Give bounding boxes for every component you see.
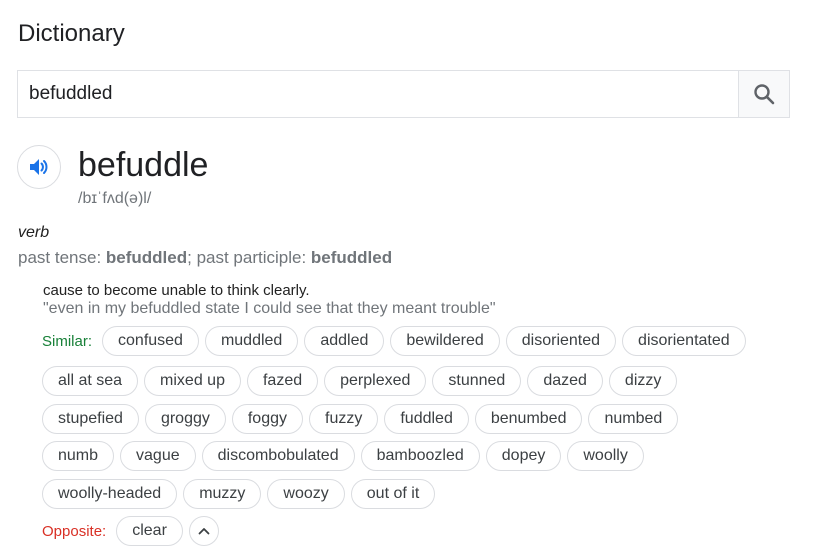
synonym-chip[interactable]: groggy [144,404,226,434]
synonym-chip[interactable]: all at sea [42,366,139,396]
synonym-chip[interactable]: perplexed [324,366,427,396]
synonym-chip[interactable]: woolly [567,441,644,471]
search-button[interactable] [738,71,789,117]
synonym-chip[interactable]: dopey [485,441,562,471]
forms-separator: ; [187,248,197,267]
similar-row: woolly-headed muzzy woozy out of it [42,479,436,509]
synonym-chip[interactable]: disoriented [505,326,617,356]
synonym-chip[interactable]: fuzzy [309,404,379,434]
synonym-chip[interactable]: woolly-headed [42,479,178,509]
search-icon [754,84,775,105]
phonetic-spelling: /bɪˈfʌd(ə)l/ [78,190,152,207]
similar-row: stupefied groggy foggy fuzzy fuddled ben… [42,404,679,434]
similar-row: Similar: confused muddled addled bewilde… [42,326,746,356]
chevron-up-icon [198,528,210,535]
synonym-chip[interactable]: bamboozled [360,441,480,471]
similar-row: numb vague discombobulated bamboozled do… [42,441,644,471]
part-of-speech: verb [18,224,50,241]
verb-forms: past tense: befuddled; past participle: … [18,248,392,268]
synonym-chip[interactable]: numbed [588,404,679,434]
synonym-chip[interactable]: stunned [432,366,522,396]
synonym-chip[interactable]: benumbed [474,404,583,434]
synonym-chip[interactable]: vague [120,441,196,471]
synonym-chip[interactable]: muddled [204,326,299,356]
opposite-label: Opposite: [42,522,107,540]
antonym-chip[interactable]: clear [116,516,183,546]
headword: befuddle [78,146,209,184]
past-tense-label: past tense: [18,248,106,267]
pronunciation-button[interactable] [17,145,61,189]
similar-label: Similar: [42,332,93,350]
synonym-chip[interactable]: mixed up [144,366,241,396]
search-input[interactable] [18,71,738,117]
search-box [17,70,790,118]
speaker-icon [30,159,48,175]
past-tense-value: befuddled [105,248,188,267]
past-participle-label: past participle: [196,248,311,267]
synonym-chip[interactable]: fazed [246,366,319,396]
synonym-chip[interactable]: dizzy [608,366,678,396]
definition-text: cause to become unable to think clearly. [43,282,310,299]
similar-row: all at sea mixed up fazed perplexed stun… [42,366,678,396]
synonym-chip[interactable]: muzzy [183,479,262,509]
synonym-chip[interactable]: confused [102,326,199,356]
page-title: Dictionary [18,20,125,47]
synonym-chip[interactable]: foggy [231,404,303,434]
past-participle-value: befuddled [310,248,393,267]
synonym-chip[interactable]: disorientated [622,326,746,356]
synonym-chip[interactable]: out of it [350,479,436,509]
synonym-chip[interactable]: discombobulated [201,441,355,471]
synonym-chip[interactable]: addled [304,326,385,356]
synonym-chip[interactable]: bewildered [390,326,500,356]
synonym-chip[interactable]: dazed [527,366,603,396]
synonym-chip[interactable]: woozy [267,479,345,509]
opposite-row: Opposite: clear [42,516,219,546]
collapse-button[interactable] [188,516,219,546]
synonym-chip[interactable]: stupefied [42,404,139,434]
synonym-chip[interactable]: numb [42,441,115,471]
synonym-chip[interactable]: fuddled [384,404,469,434]
example-sentence: "even in my befuddled state I could see … [43,300,496,317]
